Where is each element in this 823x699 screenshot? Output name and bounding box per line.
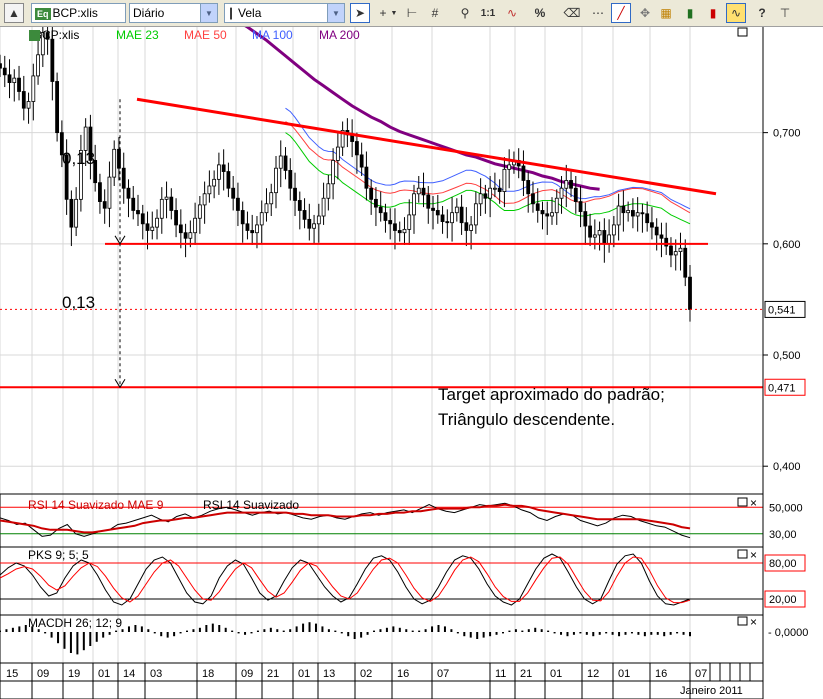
x-tick-label: 09	[241, 668, 253, 680]
macd-tick-label: - 0,0000	[768, 627, 808, 639]
x-tick-label: 01	[550, 668, 562, 680]
percent-icon[interactable]: %	[530, 3, 550, 23]
indicator-icon[interactable]: ∿	[502, 3, 522, 23]
legend-rsi-mae: RSI 14 Suavizado MAE 9	[28, 498, 164, 512]
period-select[interactable]: Diário ▼	[129, 3, 218, 23]
eraser-icon[interactable]: ⌫	[562, 3, 582, 23]
close-icon[interactable]: ×	[750, 615, 757, 629]
dropdown-arrow-icon[interactable]: ▼	[389, 3, 399, 23]
x-tick-label: 21	[520, 668, 532, 680]
eq-icon	[29, 30, 40, 41]
x-tick-label: 16	[397, 668, 409, 680]
x-tick-label: 21	[267, 668, 279, 680]
symbol-select[interactable]: Eq BCP:xlis	[31, 3, 126, 23]
one-to-one-icon[interactable]: 1:1	[478, 3, 498, 23]
chart-area[interactable]: 0,7000,6000,5000,4000,5410,471 BCP:xlis …	[0, 27, 823, 699]
x-tick-label: 01	[98, 668, 110, 680]
last-price-label: 0,541	[768, 304, 796, 316]
price-label-icon[interactable]: ▦	[656, 3, 676, 23]
toolbar: ▲ Eq BCP:xlis Diário ▼ ┃ Vela ▼ ➤ + ▼ ⊢ # …	[0, 0, 823, 27]
stochastic-tick-label: 20,00	[769, 594, 797, 606]
month-label: Janeiro 2011	[680, 685, 743, 697]
candle-icon: ┃	[228, 9, 235, 20]
price-axis: 0,700 0,600 0,500 0,400 0,541 0,471	[763, 128, 806, 473]
price-tick-label: 0,700	[773, 128, 801, 140]
dots-icon[interactable]: ⋯	[588, 3, 608, 23]
chart-type-value: Vela	[238, 6, 262, 20]
legend-macd: MACDH 26; 12; 9	[28, 616, 122, 630]
chevron-down-icon[interactable]: ▼	[327, 4, 344, 22]
cursor-icon[interactable]: ➤	[350, 3, 370, 23]
candle	[55, 72, 60, 142]
x-tick-label: 11	[495, 668, 506, 680]
pin-icon[interactable]: ⊤	[775, 3, 795, 23]
x-tick-label: 01	[298, 668, 310, 680]
scroll-up-icon[interactable]: ▲	[4, 3, 24, 23]
bar-icon[interactable]: ▮	[680, 3, 700, 23]
rsi-axis: 50,000 30,00	[769, 502, 803, 541]
trendline-icon[interactable]: ╱	[611, 3, 631, 23]
x-tick-label: 13	[323, 668, 335, 680]
legend-stochastic: PKS 9; 5; 5	[28, 548, 89, 562]
close-icon[interactable]: ×	[750, 548, 757, 562]
grid-icon[interactable]: #	[425, 3, 445, 23]
eq-icon: Eq	[35, 8, 51, 20]
svg-text:BCP:xlis: BCP:xlis	[34, 28, 79, 42]
x-tick-label: 12	[587, 668, 599, 680]
period-value: Diário	[133, 6, 165, 20]
legend-symbol: BCP:xlis	[34, 28, 79, 42]
bar-highlight-icon[interactable]: ∿	[726, 3, 746, 23]
price-line-icon[interactable]: ⊢	[402, 3, 422, 23]
stochastic-axis: 80,00 20,00	[764, 554, 806, 608]
stochastic-tick-label: 80,00	[769, 558, 797, 570]
legend-mae23: MAE 23	[116, 28, 159, 42]
rsi-tick-label: 30,00	[769, 529, 797, 541]
x-tick-label: 07	[437, 668, 449, 680]
height-lower-label: 0,13	[62, 293, 95, 312]
bar-alt-icon[interactable]: ▮	[703, 3, 723, 23]
price-tick-label: 0,400	[773, 461, 801, 473]
close-icon[interactable]: ×	[750, 496, 757, 510]
chevron-down-icon[interactable]: ▼	[200, 4, 217, 22]
symbol-value: BCP:xlis	[52, 6, 98, 20]
x-tick-label: 14	[123, 668, 135, 680]
note-line-1: Target aproximado do padrão;	[438, 385, 665, 404]
x-tick-label: 07	[695, 668, 707, 680]
x-tick-label: 15	[6, 668, 18, 680]
zoom-icon[interactable]: ⚲	[455, 3, 475, 23]
pan-icon[interactable]: ✥	[635, 3, 655, 23]
legend-rsi: RSI 14 Suavizado	[203, 498, 299, 512]
note-line-2: Triângulo descendente.	[438, 410, 615, 429]
legend-mae50: MAE 50	[184, 28, 227, 42]
x-tick-label: 03	[150, 668, 162, 680]
x-tick-label: 16	[655, 668, 667, 680]
rsi-tick-label: 50,000	[769, 502, 803, 514]
price-tick-label: 0,500	[773, 350, 801, 362]
x-tick-label: 18	[202, 668, 214, 680]
x-axis: 15 09 19 01 14 03 18 09 21 01 13 02 16 07 11 21 01 12 01 16…	[0, 662, 764, 699]
help-icon[interactable]: ?	[752, 3, 772, 23]
x-tick-label: 02	[360, 668, 372, 680]
price-tick-label: 0,600	[773, 239, 801, 251]
x-tick-label: 01	[618, 668, 630, 680]
x-tick-label: 09	[37, 668, 49, 680]
x-tick-label: 19	[68, 668, 80, 680]
chart-type-select[interactable]: ┃ Vela ▼	[224, 3, 345, 23]
macd-axis: - 0,0000	[768, 627, 808, 639]
legend-ma100: MA 100	[252, 28, 293, 42]
target-label: 0,471	[768, 382, 796, 394]
height-upper-label: 0,13	[62, 149, 95, 168]
legend-ma200: MA 200	[319, 28, 360, 42]
